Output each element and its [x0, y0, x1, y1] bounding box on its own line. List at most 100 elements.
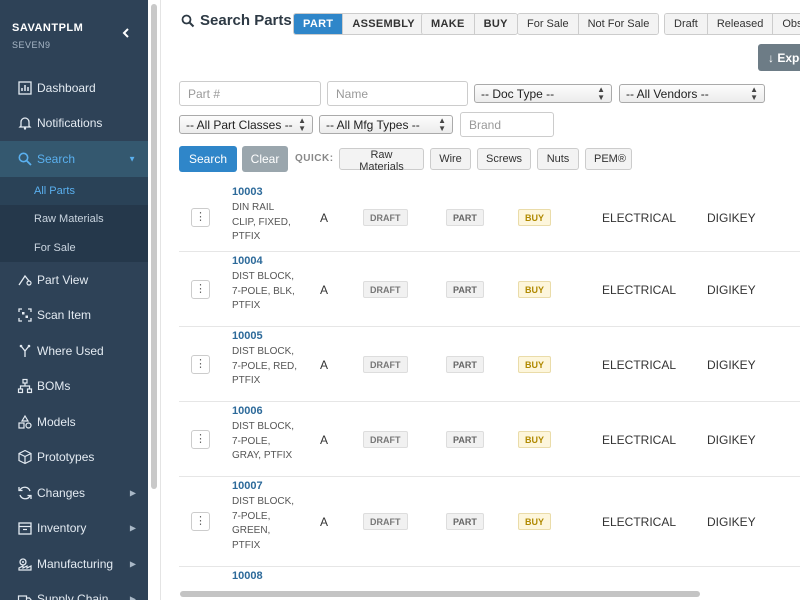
- description-line: GREEN,: [232, 525, 271, 536]
- table-row[interactable]: ⋮ 10004 DIST BLOCK, 7-POLE, BLK, PTFIX A DRAFT…: [179, 252, 800, 327]
- draft-button[interactable]: Draft: [665, 14, 708, 34]
- vendor-value: -- All Vendors --: [626, 86, 709, 101]
- mfg-type-select[interactable]: -- All Mfg Types -- ▲ ▼: [319, 115, 453, 134]
- sidebar-item-notifications[interactable]: Notifications: [0, 106, 148, 142]
- row-menu-button[interactable]: ⋮: [191, 355, 210, 374]
- search-icon: [16, 150, 34, 168]
- sidebar-item-label: Scan Item: [37, 308, 92, 323]
- doc-type-select[interactable]: -- Doc Type -- ▲ ▼: [474, 84, 612, 103]
- part-number-link[interactable]: 10008: [232, 570, 263, 582]
- quick-raw-materials[interactable]: Raw Materials: [339, 148, 424, 173]
- name-input[interactable]: Name: [327, 81, 468, 106]
- type-badge: PART: [446, 281, 484, 298]
- obsolete-button[interactable]: Obso: [773, 14, 800, 34]
- row-menu-button[interactable]: ⋮: [191, 208, 210, 227]
- type-badge: PART: [446, 356, 484, 373]
- revision: A: [320, 283, 329, 297]
- sidebar-subitem-raw-materials[interactable]: Raw Materials: [0, 205, 148, 234]
- quick-nuts[interactable]: Nuts: [537, 148, 579, 170]
- source-badge: BUY: [518, 209, 552, 226]
- brand: SAVANTPLM SEVEN9: [0, 0, 148, 70]
- part-description: DIST BLOCK, 7-POLE, RED, PTFIX: [232, 345, 298, 389]
- part-description: DIST BLOCK, 7-POLE, BLK, PTFIX: [232, 270, 298, 314]
- sidebar-item-where-used[interactable]: Where Used: [0, 333, 148, 369]
- description-line: DIN RAIL: [232, 202, 275, 213]
- quick-pem[interactable]: PEM®: [585, 148, 632, 170]
- quick-wire[interactable]: Wire: [430, 148, 471, 170]
- sidebar-subitem-all-parts[interactable]: All Parts: [0, 176, 148, 205]
- make-buy-toggle: MAKE BUY: [421, 13, 518, 35]
- table-row[interactable]: ⋮ 10007 DIST BLOCK, 7-POLE, GREEN, PTFIX A DRAF…: [179, 477, 800, 567]
- models-icon: [16, 413, 34, 431]
- part-number-link[interactable]: 10004: [232, 255, 263, 267]
- part-class-select[interactable]: -- All Part Classes -- ▲ ▼: [179, 115, 313, 134]
- sidebar-item-label: Supply Chain: [37, 592, 109, 600]
- description-line: 7-POLE, BLK,: [232, 285, 295, 297]
- vendor-select[interactable]: -- All Vendors -- ▲ ▼: [619, 84, 765, 103]
- part-class: ELECTRICAL: [602, 283, 677, 297]
- doc-type-value: -- Doc Type --: [481, 86, 555, 101]
- sidebar-item-supply-chain[interactable]: Supply Chain ▶: [0, 582, 148, 600]
- table-row[interactable]: ⋮ 10003 DIN RAIL CLIP, FIXED, PTFIX A DRAFT PAR…: [179, 183, 800, 252]
- main-panel: Search Parts PART ASSEMBLY MAKE BUY For …: [160, 0, 800, 600]
- sidebar-item-part-view[interactable]: Part View: [0, 262, 148, 298]
- row-menu-button[interactable]: ⋮: [191, 430, 210, 449]
- sidebar: SAVANTPLM SEVEN9 Dashboard Notifications S…: [0, 0, 148, 600]
- sidebar-item-inventory[interactable]: Inventory ▶: [0, 511, 148, 547]
- sidebar-item-boms[interactable]: BOMs: [0, 369, 148, 405]
- mfg-type-value: -- All Mfg Types --: [326, 117, 420, 132]
- row-menu-button[interactable]: ⋮: [191, 280, 210, 299]
- collapse-sidebar-icon[interactable]: [122, 28, 130, 38]
- make-button[interactable]: MAKE: [422, 14, 475, 34]
- sidebar-item-search[interactable]: Search ▼: [0, 141, 148, 177]
- table-row[interactable]: ⋮ 10006 DIST BLOCK, 7-POLE, GRAY, PTFIX A DRAF…: [179, 402, 800, 477]
- part-number-link[interactable]: 10005: [232, 330, 263, 342]
- sidebar-item-label: Models: [37, 414, 76, 429]
- revision: A: [320, 433, 329, 447]
- sidebar-item-models[interactable]: Models: [0, 404, 148, 440]
- horizontal-scrollbar[interactable]: [180, 591, 700, 597]
- sidebar-item-changes[interactable]: Changes ▶: [0, 475, 148, 511]
- where-used-icon: [16, 342, 34, 360]
- sidebar-item-label: Dashboard: [37, 80, 96, 95]
- export-button[interactable]: ↓ Expo: [758, 44, 800, 71]
- sidebar-item-label: Changes: [37, 485, 86, 500]
- part-number-link[interactable]: 10007: [232, 480, 263, 492]
- sidebar-scrollbar[interactable]: [151, 4, 157, 489]
- part-class: ELECTRICAL: [602, 515, 677, 529]
- select-arrows-icon: ▲ ▼: [750, 84, 758, 102]
- quick-screws[interactable]: Screws: [477, 148, 531, 170]
- not-for-sale-button[interactable]: Not For Sale: [578, 14, 659, 34]
- part-view-icon: [16, 271, 34, 289]
- for-sale-button[interactable]: For Sale: [518, 14, 579, 34]
- cube-icon: [16, 448, 34, 466]
- bell-icon: [16, 114, 34, 132]
- table-row[interactable]: 10008: [179, 567, 800, 593]
- sidebar-item-manufacturing[interactable]: Manufacturing ▶: [0, 546, 148, 582]
- part-description: DIST BLOCK, 7-POLE, GREEN, PTFIX: [232, 495, 298, 553]
- table-row[interactable]: ⋮ 10005 DIST BLOCK, 7-POLE, RED, PTFIX A DRAFT…: [179, 327, 800, 402]
- buy-button[interactable]: BUY: [474, 14, 517, 34]
- clear-button[interactable]: Clear: [242, 146, 288, 172]
- part-number-input[interactable]: Part #: [179, 81, 321, 106]
- revision: A: [320, 358, 329, 372]
- status-badge: DRAFT: [363, 281, 408, 298]
- brand-input[interactable]: Brand: [460, 112, 554, 137]
- part-number-link[interactable]: 10006: [232, 405, 263, 417]
- part-number-link[interactable]: 10003: [232, 186, 263, 198]
- sidebar-item-prototypes[interactable]: Prototypes: [0, 440, 148, 476]
- part-toggle-button[interactable]: PART: [294, 14, 344, 34]
- sidebar-item-label: Prototypes: [37, 450, 95, 465]
- sidebar-item-scan-item[interactable]: Scan Item: [0, 298, 148, 334]
- assembly-toggle-button[interactable]: ASSEMBLY: [343, 14, 424, 34]
- type-badge: PART: [446, 513, 484, 530]
- vendor: DIGIKEY: [707, 358, 756, 372]
- released-button[interactable]: Released: [707, 14, 774, 34]
- status-toggle: Draft Released Obso: [664, 13, 800, 35]
- row-menu-button[interactable]: ⋮: [191, 512, 210, 531]
- description-line: DIST BLOCK,: [232, 496, 295, 507]
- sidebar-item-dashboard[interactable]: Dashboard: [0, 70, 148, 106]
- sidebar-subitem-for-sale[interactable]: For Sale: [0, 233, 148, 262]
- search-button[interactable]: Search: [179, 146, 237, 172]
- source-badge: BUY: [518, 513, 552, 530]
